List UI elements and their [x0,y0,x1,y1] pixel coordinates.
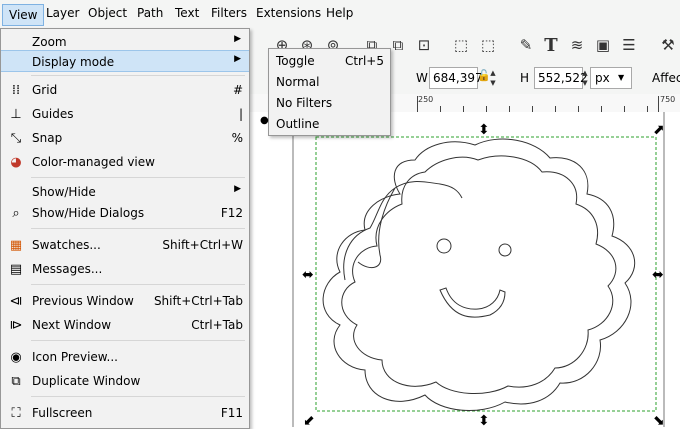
object-properties-icon[interactable]: ▣ [593,35,613,55]
submenu-item-toggle[interactable]: Toggle Ctrl+5 [269,51,390,71]
guides-icon: ⊥ [10,106,22,122]
chevron-right-icon: ▶ [234,54,241,64]
menu-item-grid[interactable]: ⁞⁞ Grid # [1,79,249,101]
height-label: H [520,71,530,85]
color-wheel-icon: ◕ [10,154,22,170]
drawing-canvas[interactable]: ⬍ ⬌ ⬌ ⬍ ⬋ ⬊ ⬈ [250,112,680,427]
unlink-clone-icon[interactable]: ⊡ [414,35,434,55]
menu-item-duplicate-window[interactable]: ⧉ Duplicate Window [1,370,249,392]
scale-handle-bottom[interactable]: ⬍ [478,413,490,427]
messages-icon: ▤ [9,261,23,277]
menu-separator [31,396,245,397]
menu-path[interactable]: Path [137,6,163,20]
submenu-item-normal[interactable]: Normal [269,72,390,92]
left-eye [436,238,452,254]
menu-item-fullscreen[interactable]: ⛶ Fullscreen F11 [1,402,249,424]
right-eye [498,243,512,257]
grid-icon: ⁞⁞ [11,82,21,98]
next-window-icon: ⧐ [9,317,23,333]
canvas-drawing: ⬍ ⬌ ⬌ ⬍ ⬋ ⬊ ⬈ [292,112,665,427]
menu-separator [31,340,245,341]
height-input[interactable]: 552,522 [534,67,588,89]
ungroup-icon[interactable]: ⬚ [478,35,498,55]
unit-select[interactable]: px [590,67,632,89]
height-spinner[interactable]: ▲ ▼ [580,68,590,88]
cloud-outer-outline [322,138,636,411]
menu-filters[interactable]: Filters [211,6,247,20]
menu-separator [31,228,245,229]
menu-layer[interactable]: Layer [46,6,79,20]
scale-handle-bottom-left[interactable]: ⬋ [303,413,315,427]
selection-bounding-box [315,136,657,412]
menu-item-swatches[interactable]: ▦ Swatches... Shift+Ctrl+W [1,234,249,256]
smile-mouth [439,287,506,318]
submenu-item-outline[interactable]: Outline [269,114,390,134]
scale-handle-left[interactable]: ⬌ [302,267,314,283]
chevron-right-icon: ▶ [234,34,241,44]
ruler-label-750: 750 [660,95,676,104]
scale-handle-top[interactable]: ⬍ [478,122,490,138]
menu-item-messages[interactable]: ▤ Messages... [1,258,249,280]
view-menu: Zoom ▶ Display mode ▶ ⁞⁞ Grid # ⊥ Guides… [0,28,250,429]
menu-separator [31,75,245,76]
menu-item-snap[interactable]: ⤡ Snap % [1,127,249,149]
scale-handle-bottom-right[interactable]: ⬊ [653,413,665,427]
ruler-label-250: 250 [418,95,434,104]
menu-item-show-hide[interactable]: Show/Hide ▶ [1,181,249,203]
scale-handle-right[interactable]: ⬌ [652,267,664,283]
menu-object[interactable]: Object [88,6,127,20]
snap-icon: ⤡ [10,130,22,146]
show-hide-dialogs-icon: ⌕ [12,205,20,221]
menu-item-show-hide-dialogs[interactable]: ⌕ Show/Hide Dialogs F12 [1,202,249,224]
menu-bar: View Layer Object Path Text Filters Exte… [0,0,680,29]
width-input[interactable]: 684,397 [429,67,483,89]
menu-extensions[interactable]: Extensions [256,6,321,20]
menu-item-next-window[interactable]: ⧐ Next Window Ctrl+Tab [1,314,249,336]
selected-radio-icon: ● [260,115,269,126]
menu-item-color-managed-view[interactable]: ◕ Color-managed view [1,151,249,173]
text-font-icon[interactable]: T [541,35,561,56]
affect-label: Affect [652,71,680,85]
width-spinner[interactable]: ▲ ▼ [488,68,498,88]
clone-icon[interactable]: ⧉ [388,35,408,55]
fullscreen-icon: ⛶ [11,405,21,421]
chevron-right-icon: ▶ [234,184,241,194]
swatches-icon: ▦ [9,237,23,253]
preferences-icon[interactable]: ⚒ [658,35,678,55]
display-mode-submenu: Toggle Ctrl+5 Normal No Filters Outline … [260,48,391,136]
menu-separator [31,177,245,178]
menu-text[interactable]: Text [175,6,199,20]
chevron-down-icon: ▼ [618,73,625,82]
duplicate-window-icon: ⧉ [11,373,21,389]
align-icon[interactable]: ☰ [619,35,639,55]
menu-item-display-mode[interactable]: Display mode ▶ [1,50,249,72]
width-label: W [416,71,428,85]
submenu-item-no-filters[interactable]: No Filters [269,93,390,113]
menu-separator [31,284,245,285]
cloud-inner-outline [341,155,617,395]
group-icon[interactable]: ⬚ [451,35,471,55]
scale-handle-top-right[interactable]: ⬈ [653,122,665,138]
previous-window-icon: ⧏ [9,293,23,309]
menu-item-icon-preview[interactable]: ◉ Icon Preview... [1,346,249,368]
menu-item-guides[interactable]: ⊥ Guides | [1,103,249,125]
layers-icon[interactable]: ≋ [567,35,587,55]
menu-help[interactable]: Help [326,6,353,20]
icon-preview-icon: ◉ [10,349,22,365]
xml-editor-icon[interactable]: ✎ [516,35,536,55]
menu-item-previous-window[interactable]: ⧏ Previous Window Shift+Ctrl+Tab [1,290,249,312]
menu-view[interactable]: View [2,4,45,26]
